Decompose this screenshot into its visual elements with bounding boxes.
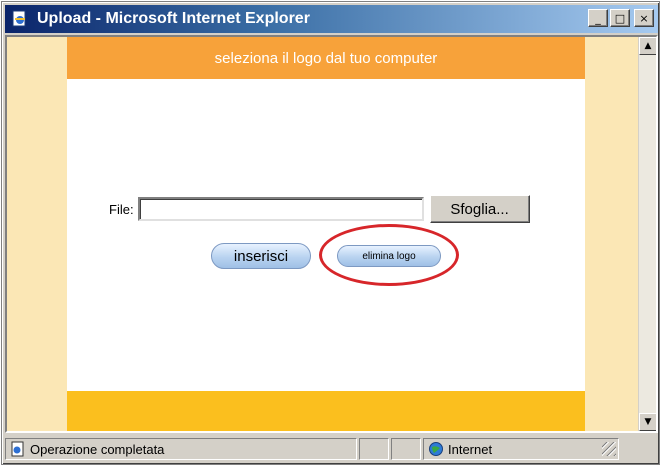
window-controls: _ □ × xyxy=(588,9,654,27)
maximize-button[interactable]: □ xyxy=(610,9,630,27)
minimize-button[interactable]: _ xyxy=(588,9,608,27)
globe-icon xyxy=(428,441,444,457)
maximize-icon: □ xyxy=(614,11,626,25)
minimize-icon: _ xyxy=(595,11,601,25)
delete-logo-button[interactable]: elimina logo xyxy=(337,245,441,267)
zone-panel: Internet xyxy=(423,438,619,460)
vertical-scrollbar[interactable]: ▲ ▼ xyxy=(638,37,656,431)
status-panel-empty-2 xyxy=(391,438,421,460)
browser-window: Upload - Microsoft Internet Explorer _ □… xyxy=(1,1,660,465)
close-icon: × xyxy=(639,11,649,25)
insert-button[interactable]: inserisci xyxy=(211,243,311,269)
close-button[interactable]: × xyxy=(634,9,654,27)
file-row: File: Sfoglia... xyxy=(109,195,530,223)
resize-grip[interactable] xyxy=(602,442,616,456)
scroll-up-button[interactable]: ▲ xyxy=(639,37,656,55)
browser-content: seleziona il logo dal tuo computer File:… xyxy=(5,35,658,433)
ie-page-icon xyxy=(9,9,31,29)
upload-page: seleziona il logo dal tuo computer File:… xyxy=(67,37,585,431)
status-bar: Operazione completata Internet xyxy=(5,436,658,462)
status-panel-empty-1 xyxy=(359,438,389,460)
page-header: seleziona il logo dal tuo computer xyxy=(67,37,585,79)
title-bar: Upload - Microsoft Internet Explorer _ □… xyxy=(5,5,658,33)
scroll-down-icon: ▼ xyxy=(644,417,652,427)
window-title: Upload - Microsoft Internet Explorer xyxy=(37,10,310,27)
page-footer xyxy=(67,391,585,431)
done-page-icon xyxy=(10,441,26,457)
scroll-up-icon: ▲ xyxy=(644,41,652,51)
file-label: File: xyxy=(109,201,134,217)
status-panel: Operazione completata xyxy=(5,438,357,460)
browse-button[interactable]: Sfoglia... xyxy=(429,195,530,223)
file-path-input[interactable] xyxy=(137,197,424,221)
status-text: Operazione completata xyxy=(30,441,165,457)
zone-text: Internet xyxy=(448,441,493,457)
scroll-down-button[interactable]: ▼ xyxy=(639,413,656,431)
header-text: seleziona il logo dal tuo computer xyxy=(214,49,438,67)
